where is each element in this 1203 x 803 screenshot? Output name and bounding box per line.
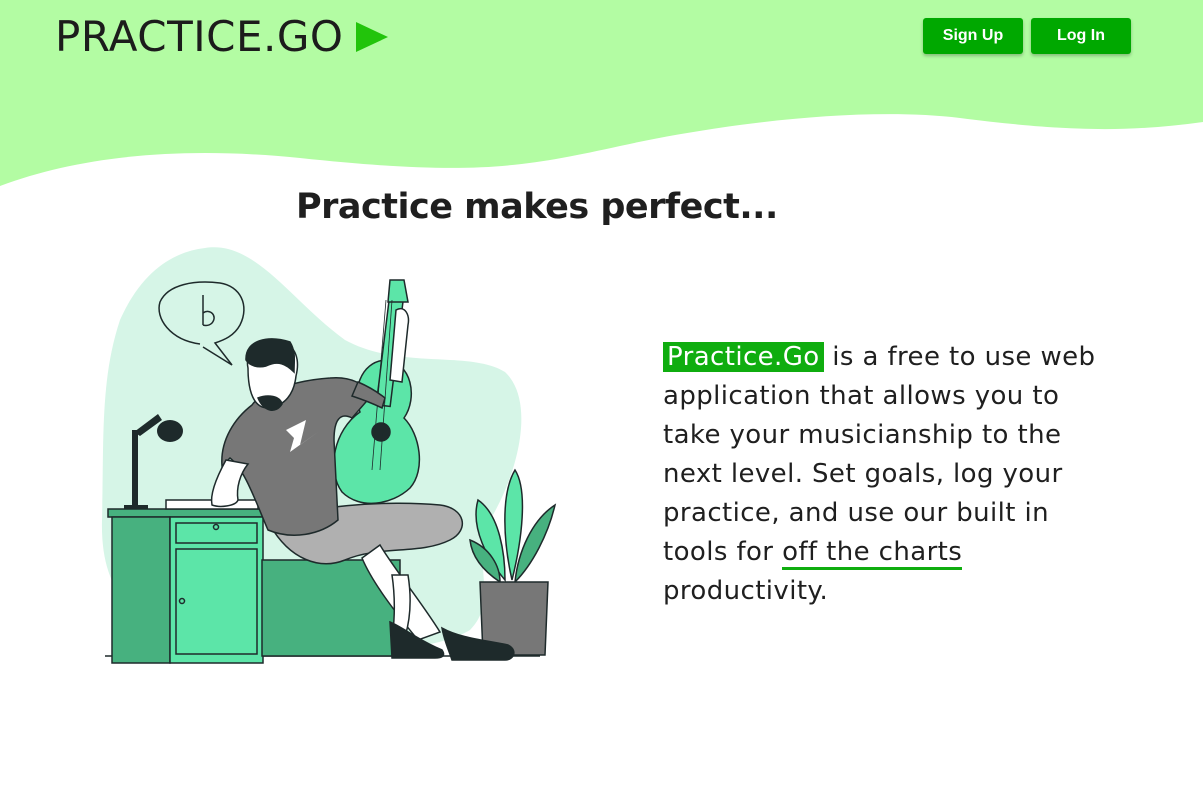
page: PRACTICE.GO Sign Up Log In Practice make… bbox=[0, 0, 1203, 803]
description-text-start: is a free to use web application that al… bbox=[663, 342, 1096, 567]
description-paragraph: Practice.Go is a free to use web applica… bbox=[663, 338, 1113, 611]
off-the-charts-link[interactable]: off the charts bbox=[782, 537, 963, 570]
musician-illustration bbox=[101, 247, 557, 664]
play-icon bbox=[355, 22, 388, 52]
log-in-button[interactable]: Log In bbox=[1031, 18, 1131, 54]
logo-text: PRACTICE.GO bbox=[55, 12, 344, 61]
sign-up-button[interactable]: Sign Up bbox=[923, 18, 1023, 54]
logo[interactable]: PRACTICE.GO bbox=[55, 12, 388, 62]
description-text-end: productivity. bbox=[663, 576, 829, 606]
desk bbox=[107, 508, 269, 664]
page-headline: Practice makes perfect... bbox=[296, 187, 778, 227]
brand-highlight: Practice.Go bbox=[663, 342, 824, 372]
